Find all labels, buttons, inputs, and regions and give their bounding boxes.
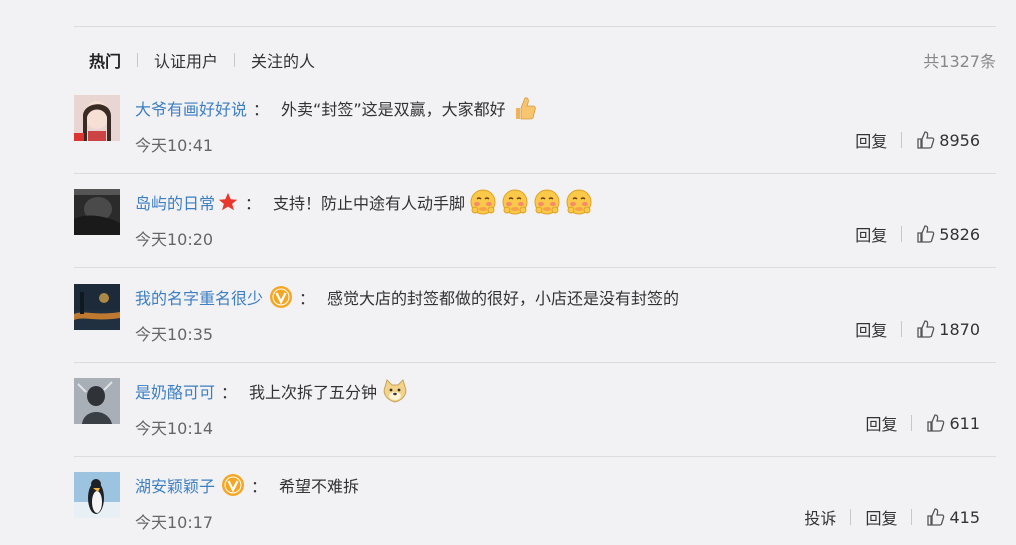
- comment-content-line: 我的名字重名很少 ： 感觉大店的封签都做的很好，小店还是没有封签的: [135, 284, 679, 310]
- comment-timestamp: 今天10:20: [135, 230, 214, 249]
- username-link[interactable]: 岛屿的日常: [135, 190, 215, 214]
- like-icon: [927, 508, 945, 526]
- like-button[interactable]: 8956: [916, 130, 980, 150]
- username-link[interactable]: 大爷有画好好说: [135, 96, 247, 120]
- action-separator: [850, 509, 852, 525]
- reply-button[interactable]: 回复: [855, 222, 887, 246]
- colon: ：: [299, 289, 316, 308]
- action-separator: [911, 415, 913, 431]
- like-count: 8956: [939, 130, 980, 150]
- comment-item: 大爷有画好好说 ： 外卖“封签”这是双赢，大家都好 今天10:41 回复 895…: [74, 95, 996, 174]
- comment-actions: 回复 5826: [855, 222, 980, 246]
- comment-divider: [74, 456, 996, 457]
- tab-verified-users[interactable]: 认证用户: [154, 48, 218, 72]
- comment-text: 希望不难拆: [279, 477, 360, 496]
- comment-content-line: 岛屿的日常 ： 支持！防止中途有人动手脚: [135, 189, 593, 215]
- username-link[interactable]: 湖安颖颖子: [135, 473, 215, 497]
- action-separator: [901, 226, 903, 242]
- shy-face-icon: [534, 189, 560, 215]
- comment-timestamp: 今天10:14: [135, 419, 214, 438]
- doge-icon: [383, 379, 407, 403]
- like-button[interactable]: 5826: [916, 224, 980, 244]
- comment-actions: 回复 1870: [855, 317, 980, 341]
- avatar[interactable]: [74, 95, 120, 141]
- like-count: 1870: [939, 319, 980, 339]
- comment-content-line: 大爷有画好好说 ： 外卖“封签”这是双赢，大家都好: [135, 95, 538, 121]
- comment-timestamp: 今天10:41: [135, 136, 214, 155]
- like-button[interactable]: 1870: [916, 319, 980, 339]
- comment-divider: [74, 173, 996, 174]
- like-count: 415: [949, 507, 980, 527]
- comment-text: 外卖“封签”这是双赢，大家都好: [281, 100, 506, 119]
- comment-actions: 投诉 回复 415: [804, 505, 980, 529]
- action-separator: [901, 321, 903, 337]
- tab-following[interactable]: 关注的人: [251, 48, 315, 72]
- comment-content-line: 湖安颖颖子 ： 希望不难拆: [135, 472, 359, 498]
- tab-hot[interactable]: 热门: [89, 48, 121, 72]
- colon: ：: [221, 383, 238, 402]
- action-separator: [911, 509, 913, 525]
- verified-v-badge-icon: [222, 474, 245, 496]
- comment-filter-tabs: 热门 认证用户 关注的人: [89, 48, 315, 72]
- comment-divider: [74, 362, 996, 363]
- username-link[interactable]: 我的名字重名很少: [135, 285, 263, 309]
- comment-item: 岛屿的日常 ： 支持！防止中途有人动手脚 今天10:20 回复 5826: [74, 189, 996, 268]
- star-badge-icon: [218, 192, 238, 211]
- comment-item: 是奶酪可可 ： 我上次拆了五分钟 今天10:14 回复 611: [74, 378, 996, 457]
- reply-button[interactable]: 回复: [865, 505, 897, 529]
- colon: ：: [245, 194, 262, 213]
- avatar[interactable]: [74, 284, 120, 330]
- comment-item: 我的名字重名很少 ： 感觉大店的封签都做的很好，小店还是没有封签的 今天10:3…: [74, 284, 996, 363]
- comment-actions: 回复 8956: [855, 128, 980, 152]
- colon: ：: [253, 100, 270, 119]
- like-icon: [917, 131, 935, 149]
- like-count: 5826: [939, 224, 980, 244]
- avatar[interactable]: [74, 378, 120, 424]
- top-divider: [74, 26, 996, 27]
- reply-button[interactable]: 回复: [855, 128, 887, 152]
- like-icon: [927, 414, 945, 432]
- shy-face-icon: [502, 189, 528, 215]
- comment-total-count: 共1327条: [923, 52, 996, 71]
- shy-face-icon: [470, 189, 496, 215]
- comment-text: 感觉大店的封签都做的很好，小店还是没有封签的: [327, 289, 680, 308]
- reply-button[interactable]: 回复: [855, 317, 887, 341]
- comment-actions: 回复 611: [865, 411, 980, 435]
- thumbs-up-icon: [515, 97, 536, 120]
- colon: ：: [251, 477, 268, 496]
- comment-divider: [74, 267, 996, 268]
- like-button[interactable]: 415: [926, 507, 980, 527]
- reply-button[interactable]: 回复: [865, 411, 897, 435]
- verified-v-badge-icon: [270, 286, 293, 308]
- like-button[interactable]: 611: [926, 413, 980, 433]
- tab-separator: [234, 53, 236, 67]
- shy-face-icon: [566, 189, 592, 215]
- avatar[interactable]: [74, 189, 120, 235]
- report-button[interactable]: 投诉: [804, 505, 836, 529]
- comment-text: 支持！防止中途有人动手脚: [273, 194, 466, 213]
- comment-timestamp: 今天10:17: [135, 513, 214, 532]
- username-link[interactable]: 是奶酪可可: [135, 379, 215, 403]
- comment-content-line: 是奶酪可可 ： 我上次拆了五分钟: [135, 378, 409, 404]
- comment-timestamp: 今天10:35: [135, 325, 214, 344]
- comment-text: 我上次拆了五分钟: [249, 383, 378, 402]
- action-separator: [901, 132, 903, 148]
- like-icon: [917, 225, 935, 243]
- like-icon: [917, 320, 935, 338]
- like-count: 611: [949, 413, 980, 433]
- tab-separator: [137, 53, 139, 67]
- avatar[interactable]: [74, 472, 120, 518]
- comment-item: 湖安颖颖子 ： 希望不难拆 今天10:17 投诉 回复 415: [74, 472, 996, 545]
